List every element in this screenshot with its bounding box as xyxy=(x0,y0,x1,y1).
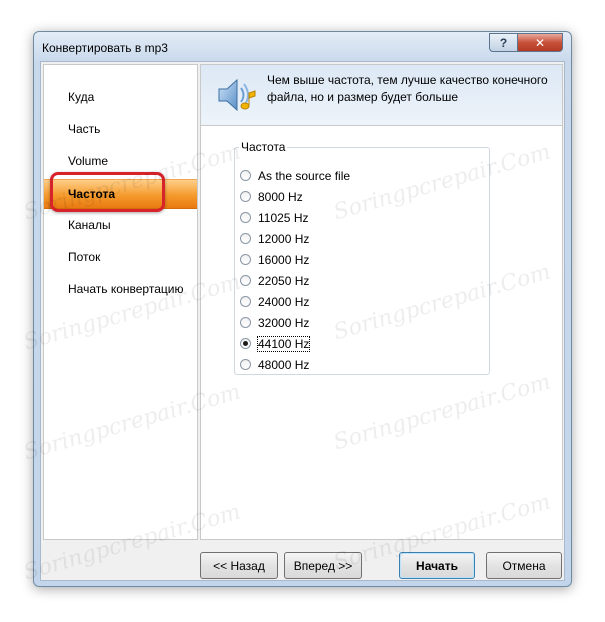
radio-option-source[interactable]: As the source file xyxy=(240,165,350,186)
cancel-button[interactable]: Отмена xyxy=(486,552,562,579)
annotation-highlight xyxy=(50,172,165,212)
start-button[interactable]: Начать xyxy=(399,552,475,579)
radio-button[interactable] xyxy=(240,254,251,265)
dialog-window: Конвертировать в mp3 ? ✕ Куда Часть Volu… xyxy=(33,31,572,587)
button-bar: << Назад Вперед >> Начать Отмена xyxy=(41,542,564,580)
radio-option-11025[interactable]: 11025 Hz xyxy=(240,207,308,228)
radio-option-8000[interactable]: 8000 Hz xyxy=(240,186,303,207)
back-button[interactable]: << Назад xyxy=(200,552,278,579)
sidebar-item-destination[interactable]: Куда xyxy=(44,83,197,111)
radio-label: 48000 Hz xyxy=(258,357,310,372)
sidebar-item-channels[interactable]: Каналы xyxy=(44,211,197,239)
radio-button[interactable] xyxy=(240,275,251,286)
frequency-group: Частота As the source file 8000 Hz 11025… xyxy=(234,140,490,375)
radio-button[interactable] xyxy=(240,317,251,328)
close-icon: ✕ xyxy=(534,35,546,50)
radio-label: 32000 Hz xyxy=(258,315,310,330)
frequency-group-label: Частота xyxy=(241,140,286,154)
info-header: Чем выше частота, тем лучше качество кон… xyxy=(200,64,563,128)
radio-option-22050[interactable]: 22050 Hz xyxy=(240,270,309,291)
next-button[interactable]: Вперед >> xyxy=(284,552,362,579)
radio-button-checked[interactable] xyxy=(240,338,251,349)
info-text: Чем выше частота, тем лучше качество кон… xyxy=(267,73,548,104)
sidebar-nav: Куда Часть Volume Частота Каналы Поток Н… xyxy=(43,64,198,540)
radio-option-12000[interactable]: 12000 Hz xyxy=(240,228,309,249)
radio-button[interactable] xyxy=(240,233,251,244)
radio-button[interactable] xyxy=(240,359,251,370)
radio-label: As the source file xyxy=(258,168,351,183)
radio-option-44100[interactable]: 44100 Hz xyxy=(240,333,311,354)
speaker-music-icon xyxy=(218,78,256,112)
settings-panel: Частота As the source file 8000 Hz 11025… xyxy=(200,125,563,540)
radio-button[interactable] xyxy=(240,191,251,202)
radio-label: 16000 Hz xyxy=(258,252,310,267)
radio-label: 22050 Hz xyxy=(258,273,310,288)
sidebar-item-part[interactable]: Часть xyxy=(44,115,197,143)
radio-button[interactable] xyxy=(240,170,251,181)
radio-button[interactable] xyxy=(240,212,251,223)
radio-label: 44100 Hz xyxy=(256,335,311,352)
dialog-client-area: Куда Часть Volume Частота Каналы Поток Н… xyxy=(40,61,565,581)
radio-option-24000[interactable]: 24000 Hz xyxy=(240,291,309,312)
radio-label: 11025 Hz xyxy=(258,210,309,225)
help-button[interactable]: ? xyxy=(489,33,518,52)
sidebar-item-start-conversion[interactable]: Начать конвертацию xyxy=(44,275,197,303)
sidebar-item-bitrate[interactable]: Поток xyxy=(44,243,197,271)
sidebar-item-volume[interactable]: Volume xyxy=(44,147,197,175)
title-bar[interactable]: Конвертировать в mp3 ? ✕ xyxy=(34,32,571,60)
radio-option-48000[interactable]: 48000 Hz xyxy=(240,354,309,375)
radio-label: 24000 Hz xyxy=(258,294,310,309)
window-title: Конвертировать в mp3 xyxy=(42,41,168,55)
close-button[interactable]: ✕ xyxy=(517,33,563,52)
radio-button[interactable] xyxy=(240,296,251,307)
radio-label: 8000 Hz xyxy=(258,189,303,204)
radio-option-32000[interactable]: 32000 Hz xyxy=(240,312,309,333)
radio-label: 12000 Hz xyxy=(258,231,310,246)
radio-option-16000[interactable]: 16000 Hz xyxy=(240,249,309,270)
